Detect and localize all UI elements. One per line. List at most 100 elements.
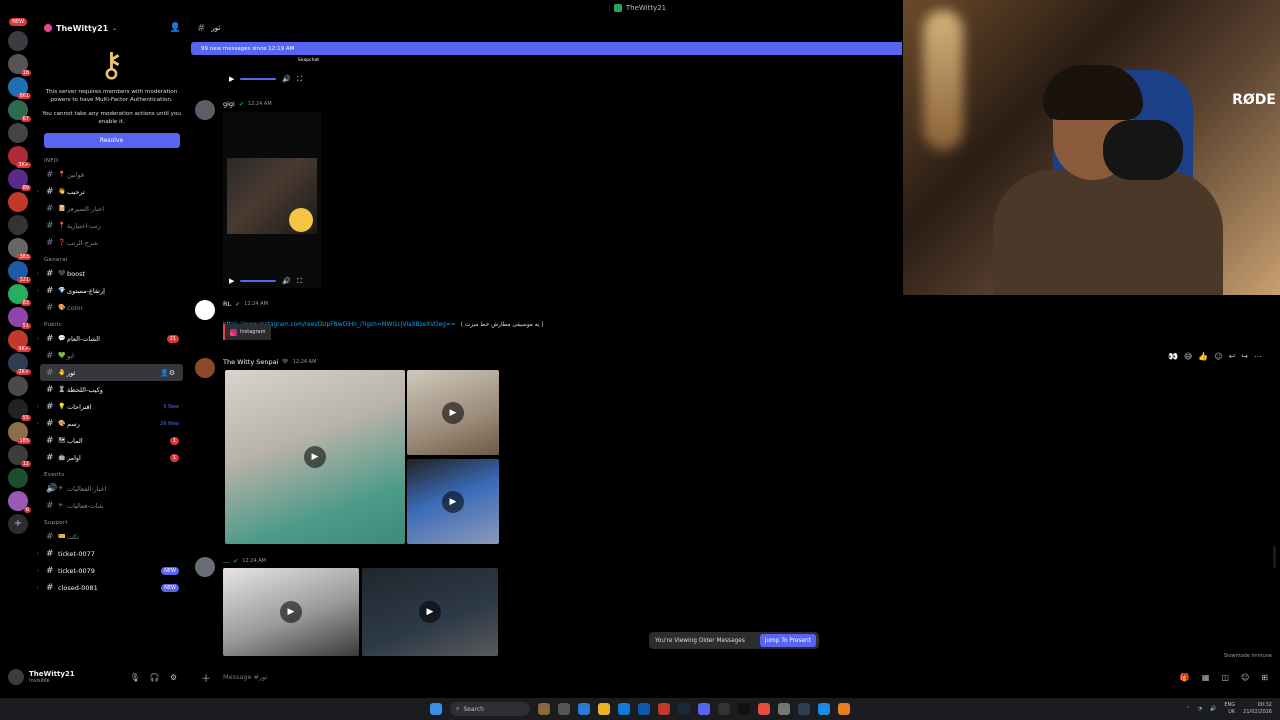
gift-icon[interactable]: 🎁 <box>1180 673 1190 682</box>
avatar[interactable] <box>195 300 215 320</box>
channel-item[interactable]: # 📍 قوانين <box>36 166 187 183</box>
channel-item[interactable]: › # 💡 اقتراحات 5 New <box>36 398 187 415</box>
emoji-icon[interactable]: ☺ <box>1241 673 1249 682</box>
play-icon[interactable]: ▶ <box>280 601 302 623</box>
play-icon[interactable]: ▶ <box>229 277 234 285</box>
channel-item[interactable]: › # 🖤 boost <box>36 265 187 282</box>
channel-item[interactable]: › # ticket-0079 NEW <box>36 562 187 579</box>
channel-item[interactable]: # 📍 رتب-اختيارية <box>36 217 187 234</box>
channel-item[interactable]: # 🤖 اوامر 1 <box>36 449 187 466</box>
channel-item[interactable]: # ❓ شرح-الرتب <box>36 234 187 251</box>
category-general[interactable]: General <box>36 251 187 265</box>
new-messages-bar[interactable]: 99 new messages since 12:19 AM <box>191 42 902 55</box>
headphones-icon[interactable]: 🎧 <box>150 673 160 682</box>
category-support[interactable]: Support <box>36 514 187 528</box>
server-icon[interactable] <box>8 123 28 143</box>
video-player[interactable]: Snapchat ▶ 🔊 ⛶ <box>223 56 321 86</box>
discord-icon[interactable] <box>698 703 710 715</box>
play-icon[interactable]: ▶ <box>419 601 441 623</box>
server-icon[interactable]: 12 <box>8 445 31 467</box>
server-icon[interactable]: 6 <box>8 491 31 513</box>
channel-item[interactable]: 🔊 ✳ اخبار-الفعاليات <box>36 480 187 497</box>
resolve-button[interactable]: Resolve <box>43 133 180 148</box>
volume-icon[interactable]: 🔊 <box>282 75 291 83</box>
language-indicator[interactable]: ENG UK <box>1224 702 1235 716</box>
play-icon[interactable]: ▶ <box>304 446 326 468</box>
author-name[interactable]: RL <box>223 300 231 308</box>
play-icon[interactable]: ▶ <box>442 490 464 513</box>
video-player[interactable]: ▶ 🔊 ⛶ <box>223 112 321 288</box>
server-icon[interactable]: 9K+ <box>8 330 31 352</box>
avatar[interactable] <box>8 669 24 685</box>
chevron-up-icon[interactable]: ⌃ <box>1186 706 1190 712</box>
author-name[interactable]: gigi <box>223 100 235 108</box>
volume-icon[interactable]: 🔊 <box>282 277 291 285</box>
store-icon[interactable] <box>638 703 650 715</box>
taskbar-app-icon[interactable] <box>818 703 830 715</box>
start-icon[interactable] <box>430 703 442 715</box>
sticker-icon[interactable]: ◫ <box>1221 673 1229 682</box>
taskbar-app-icon[interactable] <box>658 703 670 715</box>
jump-to-present-button[interactable]: Jump To Present <box>759 634 816 647</box>
channel-item[interactable]: › # 💬 الشات-العام 21 <box>36 330 187 347</box>
seek-bar[interactable] <box>240 280 277 282</box>
server-icon[interactable]: 89 <box>8 169 31 191</box>
category-events[interactable]: Events <box>36 466 187 480</box>
volume-icon[interactable]: 🔊 <box>1210 706 1216 712</box>
channel-item[interactable]: # 📔 اخبار-السيرفر <box>36 200 187 217</box>
instagram-embed[interactable]: Instagram <box>223 324 271 340</box>
reply-icon[interactable]: ↩ <box>1229 352 1236 361</box>
server-icon[interactable]: 18 <box>8 54 31 76</box>
reaction-icon[interactable]: 👀 <box>1168 352 1178 361</box>
channel-item[interactable]: › # 👋 ترحيب <box>36 183 187 200</box>
channel-item[interactable]: › # ticket-0077 <box>36 545 187 562</box>
clock[interactable]: 00:32 21/02/2026 <box>1243 702 1272 716</box>
reaction-icon[interactable]: 😅 <box>1184 352 1192 361</box>
add-reaction-icon[interactable]: ☺ <box>1214 352 1222 361</box>
server-icon[interactable] <box>8 215 28 235</box>
play-icon[interactable]: ▶ <box>229 75 234 83</box>
channel-item[interactable]: › # 🎨 رسم 26 New <box>36 415 187 432</box>
video-thumbnail[interactable]: ▶ <box>225 370 405 544</box>
message-input[interactable] <box>223 673 823 681</box>
edge-icon[interactable] <box>618 703 630 715</box>
gear-icon[interactable] <box>778 703 790 715</box>
server-icon[interactable]: 861 <box>8 77 31 99</box>
wifi-icon[interactable]: ◔ <box>1198 706 1202 712</box>
add-server-icon[interactable]: + <box>8 514 28 534</box>
add-attachment-icon[interactable]: ＋ <box>201 670 211 685</box>
category-info[interactable]: INFO <box>36 152 187 166</box>
channel-settings-icon[interactable]: 👤⚙ <box>160 369 175 377</box>
microphone-icon[interactable]: 🎙 <box>130 673 140 682</box>
seek-bar[interactable] <box>240 78 277 80</box>
avatar[interactable] <box>195 358 215 378</box>
author-name[interactable]: ... <box>223 557 229 565</box>
channel-item-active[interactable]: # 🤚 ثور 👤⚙ <box>40 364 183 381</box>
invite-icon[interactable]: 👤 <box>170 23 181 33</box>
gif-icon[interactable]: ▦ <box>1202 673 1210 682</box>
video-thumbnail[interactable]: ▶ <box>407 459 499 544</box>
taskbar-app-icon[interactable] <box>578 703 590 715</box>
channel-item[interactable]: # ✳ شات-فعاليات <box>36 497 187 514</box>
avatar[interactable] <box>195 100 215 120</box>
steam-icon[interactable] <box>678 703 690 715</box>
fullscreen-icon[interactable]: ⛶ <box>297 277 302 286</box>
avatar[interactable] <box>195 557 215 577</box>
server-icon[interactable] <box>8 376 28 396</box>
channel-item[interactable]: # 🗺 الماب 1 <box>36 432 187 449</box>
taskbar-app-icon[interactable] <box>718 703 730 715</box>
server-icon[interactable]: 383 <box>8 238 31 260</box>
taskbar-app-icon[interactable] <box>558 703 570 715</box>
taskbar-app-icon[interactable] <box>738 703 750 715</box>
channel-item[interactable]: # 🎨 color <box>36 299 187 316</box>
channel-item[interactable]: # ⏳ وكيب-اللحظة <box>36 381 187 398</box>
server-icon[interactable]: 2K+ <box>8 353 31 375</box>
server-icon[interactable]: 3K+ <box>8 146 31 168</box>
video-thumbnail[interactable]: ▶ <box>407 370 499 455</box>
taskbar-app-icon[interactable] <box>838 703 850 715</box>
server-icon[interactable]: 55 <box>8 399 31 421</box>
server-icon[interactable] <box>8 31 28 51</box>
chrome-icon[interactable] <box>758 703 770 715</box>
scrollbar[interactable] <box>1273 546 1276 568</box>
server-header[interactable]: TheWitty21 ⌄ 👤 <box>36 16 187 40</box>
